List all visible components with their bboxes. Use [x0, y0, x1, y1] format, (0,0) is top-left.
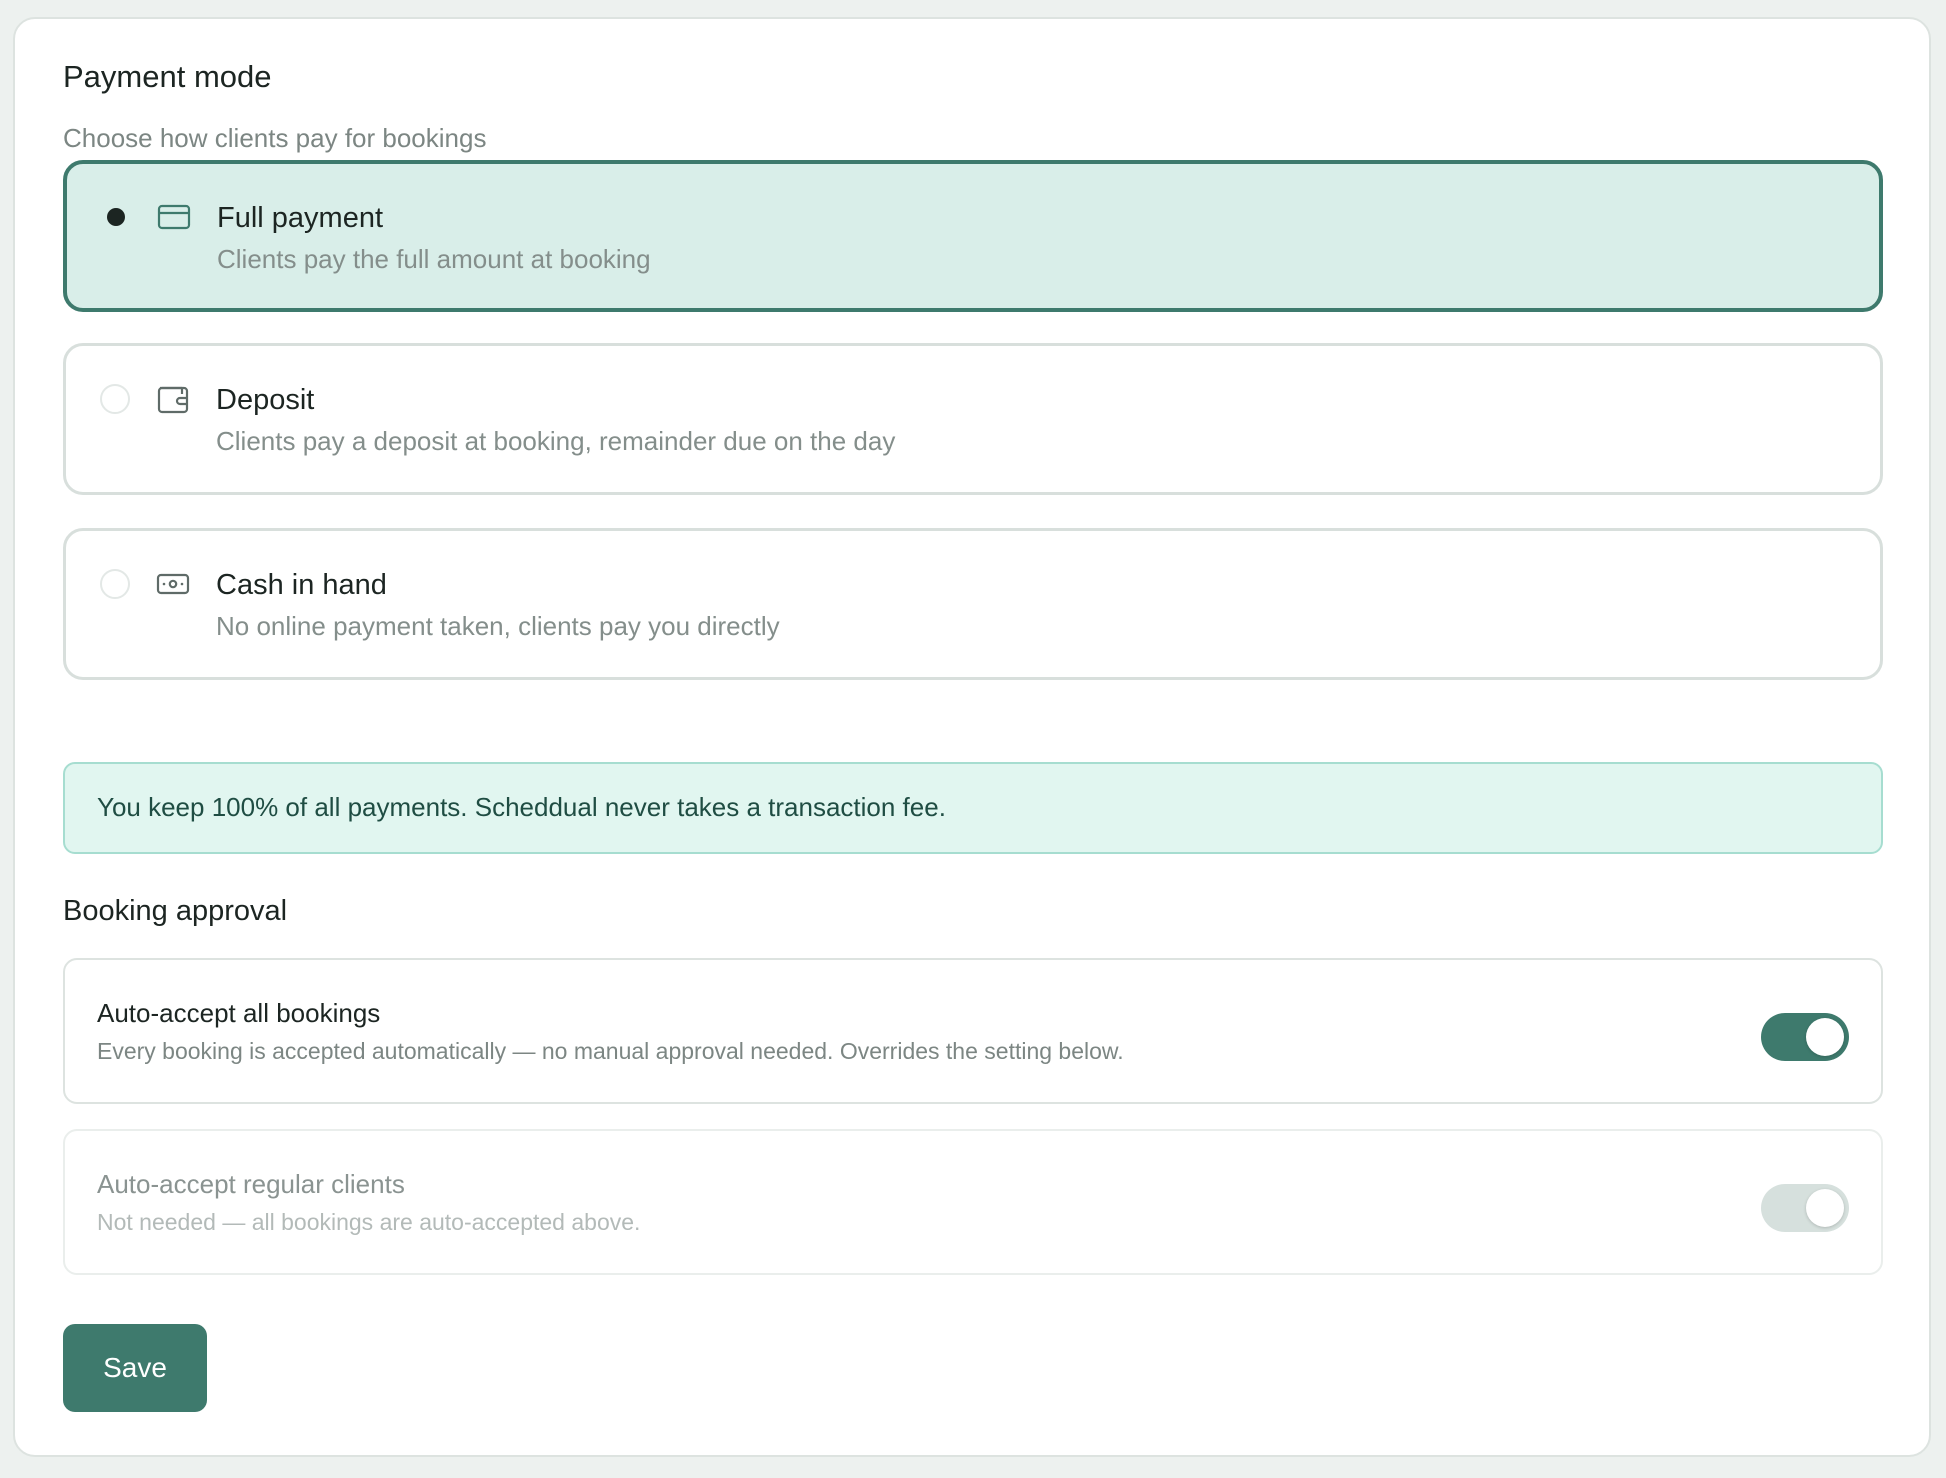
option-description: Clients pay a deposit at booking, remain…	[216, 426, 896, 456]
auto-accept-regular-toggle	[1761, 1184, 1849, 1232]
toggle-knob	[1806, 1018, 1844, 1056]
radio-deposit[interactable]	[100, 384, 130, 414]
radio-full-payment[interactable]	[101, 202, 131, 232]
setting-description: Every booking is accepted automatically …	[97, 1038, 1124, 1064]
auto-accept-all-toggle[interactable]	[1761, 1013, 1849, 1061]
payment-mode-title: Payment mode	[63, 59, 272, 94]
wallet-icon	[157, 386, 189, 414]
setting-title: Auto-accept all bookings	[97, 998, 381, 1028]
payment-option-cash-in-hand[interactable]: Cash in hand No online payment taken, cl…	[63, 528, 1883, 680]
cash-icon	[156, 573, 190, 595]
radio-cash-in-hand[interactable]	[100, 569, 130, 599]
toggle-knob	[1806, 1189, 1844, 1227]
setting-auto-accept-regular: Auto-accept regular clients Not needed —…	[63, 1129, 1883, 1275]
fee-notice-text: You keep 100% of all payments. Scheddual…	[97, 792, 946, 822]
booking-approval-title: Booking approval	[63, 895, 288, 927]
settings-card: Payment mode Choose how clients pay for …	[13, 17, 1931, 1457]
option-title: Full payment	[217, 202, 384, 234]
setting-description: Not needed — all bookings are auto-accep…	[97, 1209, 641, 1235]
payment-option-deposit[interactable]: Deposit Clients pay a deposit at booking…	[63, 343, 1883, 495]
option-title: Cash in hand	[216, 569, 387, 601]
setting-title: Auto-accept regular clients	[97, 1169, 405, 1199]
setting-auto-accept-all: Auto-accept all bookings Every booking i…	[63, 958, 1883, 1104]
credit-card-icon	[157, 204, 191, 230]
option-description: Clients pay the full amount at booking	[217, 244, 651, 274]
payment-option-full-payment[interactable]: Full payment Clients pay the full amount…	[63, 160, 1883, 312]
fee-notice: You keep 100% of all payments. Scheddual…	[63, 762, 1883, 854]
option-title: Deposit	[216, 384, 315, 416]
option-description: No online payment taken, clients pay you…	[216, 611, 780, 641]
payment-mode-subtitle: Choose how clients pay for bookings	[63, 123, 487, 153]
save-button[interactable]: Save	[63, 1324, 207, 1412]
